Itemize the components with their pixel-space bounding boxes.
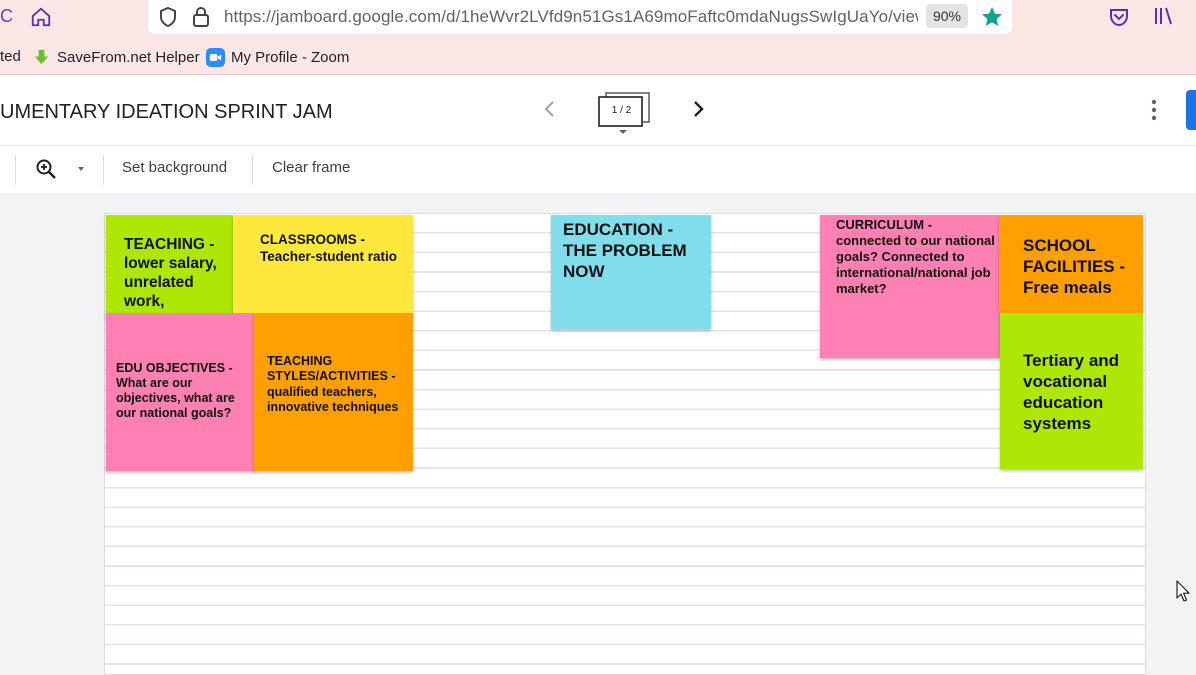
set-background-button[interactable]: Set background: [122, 159, 227, 176]
caret-down-icon[interactable]: [76, 164, 86, 174]
lock-icon[interactable]: [191, 5, 211, 29]
sticky-note-edu-objectives[interactable]: EDU OBJECTIVES - What are our objectives…: [106, 313, 256, 471]
toolbar-divider: [103, 155, 104, 185]
jam-title[interactable]: UMENTARY IDEATION SPRINT JAM: [0, 101, 333, 124]
frame-count: 1 / 2: [611, 105, 632, 116]
bookmark-label: SaveFrom.net Helper: [57, 48, 200, 66]
star-icon[interactable]: [980, 5, 1004, 29]
jam-canvas[interactable]: TEACHING - lower salary, unrelated work,…: [104, 213, 1146, 675]
home-icon[interactable]: [30, 6, 52, 28]
jam-toolbar: Set background Clear frame: [0, 146, 1196, 193]
url-bar[interactable]: https://jamboard.google.com/d/1heWvr2LVf…: [148, 0, 1012, 34]
sticky-note-tertiary[interactable]: Tertiary and vocational education system…: [1000, 313, 1143, 469]
savefrom-icon: [34, 49, 49, 64]
toolbar-divider: [252, 155, 253, 185]
toolbar-divider: [15, 155, 16, 185]
sticky-note-education-problem[interactable]: EDUCATION - THE PROBLEM NOW: [551, 215, 711, 329]
bookmark-savefrom[interactable]: SaveFrom.net Helper: [32, 47, 200, 67]
chevron-left-icon[interactable]: [538, 97, 562, 121]
reload-icon-fragment[interactable]: C: [0, 6, 13, 27]
sticky-note-text: SCHOOL FACILITIES - Free meals: [1023, 236, 1125, 297]
sticky-note-text: EDUCATION - THE PROBLEM NOW: [563, 220, 687, 281]
sticky-note-text: CURRICULUM - connected to our national g…: [836, 217, 995, 296]
sticky-note-text: TEACHING - lower salary, unrelated work,: [124, 236, 217, 310]
jam-header: UMENTARY IDEATION SPRINT JAM 1 / 2: [0, 75, 1196, 146]
bookmark-fragment[interactable]: ted: [0, 48, 21, 65]
chevron-right-icon[interactable]: [686, 97, 710, 121]
sticky-note-text: Tertiary and vocational education system…: [1023, 351, 1120, 433]
clear-frame-button[interactable]: Clear frame: [272, 159, 350, 176]
library-icon[interactable]: [1153, 5, 1175, 27]
url-text[interactable]: https://jamboard.google.com/d/1heWvr2LVf…: [224, 7, 918, 29]
browser-toolbar: C https://jamboard.google.com/d/1heWvr2L…: [0, 0, 1196, 38]
zoom-icon: [206, 47, 225, 67]
bookmarks-bar: ted SaveFrom.net Helper My Profile - Zoo…: [0, 38, 1196, 75]
share-button[interactable]: [1186, 90, 1196, 130]
bookmark-label: My Profile - Zoom: [231, 48, 350, 66]
frame-indicator[interactable]: 1 / 2: [597, 90, 653, 134]
sticky-note-text: EDU OBJECTIVES - What are our objectives…: [116, 361, 235, 420]
sticky-note-text: CLASSROOMS - Teacher-student ratio: [260, 232, 398, 264]
sticky-note-text: TEACHING STYLES/ACTIVITIES - qualified t…: [267, 354, 399, 414]
zoom-level-badge[interactable]: 90%: [926, 4, 968, 28]
bookmark-zoom[interactable]: My Profile - Zoom: [206, 47, 349, 67]
sticky-note-teaching-styles[interactable]: TEACHING STYLES/ACTIVITIES - qualified t…: [254, 313, 413, 471]
more-vert-icon[interactable]: [1143, 97, 1165, 123]
sticky-note-teaching[interactable]: TEACHING - lower salary, unrelated work,: [106, 215, 236, 319]
zoom-in-icon[interactable]: [34, 157, 58, 181]
sticky-note-classrooms[interactable]: CLASSROOMS - Teacher-student ratio: [233, 215, 413, 319]
mouse-cursor-icon: [1176, 580, 1190, 602]
shield-icon[interactable]: [158, 6, 178, 28]
sticky-note-curriculum[interactable]: CURRICULUM - connected to our national g…: [820, 215, 1000, 358]
sticky-note-school-facilities[interactable]: SCHOOL FACILITIES - Free meals: [999, 215, 1143, 313]
pocket-icon[interactable]: [1108, 6, 1130, 28]
